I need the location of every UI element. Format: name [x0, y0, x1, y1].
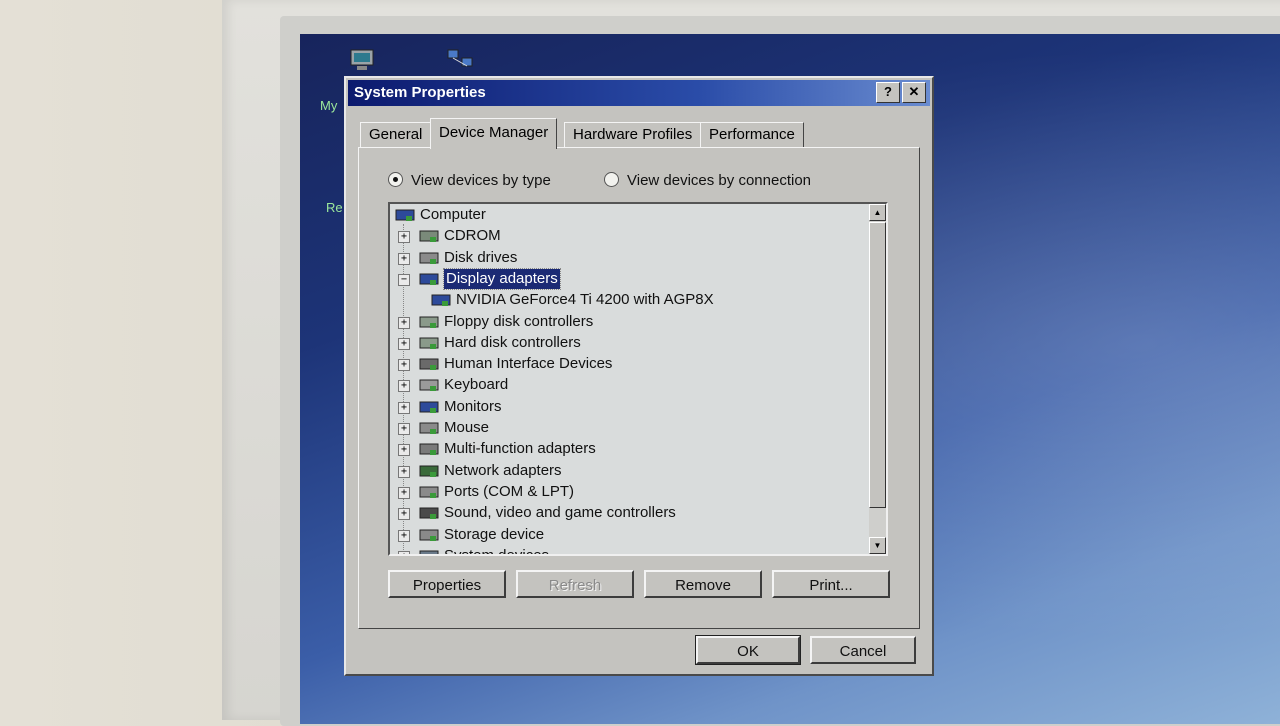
expand-plus-icon[interactable]: + [398, 231, 410, 244]
desktop-icon-recycle-bin[interactable]: Re [326, 200, 343, 215]
vertical-scrollbar[interactable]: ▲ ▼ [869, 204, 886, 554]
view-by-type-label: View devices by type [411, 172, 551, 189]
tab-device-manager[interactable]: Device Manager [430, 118, 558, 149]
tab-performance[interactable]: Performance [700, 122, 804, 147]
computer-icon[interactable] [348, 48, 376, 72]
expand-plus-icon[interactable]: + [398, 550, 410, 554]
tree-item-label: Network adapters [444, 461, 562, 479]
close-button[interactable]: ✕ [902, 82, 926, 103]
tree-item-label: Sound, video and game controllers [444, 504, 676, 522]
system-device-icon [419, 550, 439, 554]
expand-plus-icon[interactable]: + [398, 380, 410, 393]
tree-item-label: Keyboard [444, 376, 509, 394]
tree-item-label: Human Interface Devices [444, 355, 613, 373]
ok-button[interactable]: OK [695, 635, 801, 665]
display-adapter-icon [431, 294, 451, 307]
tree-root-label: Computer [420, 206, 486, 223]
expand-plus-icon[interactable]: + [398, 508, 410, 521]
floppy-controller-icon [419, 316, 439, 328]
tree-item-label: Storage device [444, 525, 545, 543]
storage-icon [419, 529, 439, 541]
tree-item-label: Display adapters [443, 267, 561, 290]
expand-plus-icon[interactable]: + [398, 359, 410, 372]
expand-plus-icon[interactable]: + [398, 444, 410, 457]
multifunction-icon [419, 443, 439, 456]
properties-button[interactable]: Properties [388, 570, 506, 598]
tree-item-label: Multi-function adapters [444, 440, 596, 458]
monitor-icon [419, 401, 439, 413]
expand-plus-icon[interactable]: + [398, 486, 410, 499]
disk-drive-icon [419, 252, 439, 264]
remove-button[interactable]: Remove [644, 570, 762, 598]
tree-item-label: Ports (COM & LPT) [444, 482, 575, 500]
scroll-down-arrow-icon[interactable]: ▼ [869, 537, 886, 554]
collapse-minus-icon[interactable]: − [398, 273, 410, 286]
sound-icon [419, 507, 439, 520]
tab-general[interactable]: General [360, 122, 432, 147]
display-adapter-icon [419, 273, 439, 285]
desktop-icon-my-computer[interactable]: My [320, 98, 337, 113]
view-by-connection-option[interactable]: View devices by connection [604, 172, 811, 189]
system-properties-window: System Properties ? ✕ General Device Man… [344, 76, 934, 676]
print-button[interactable]: Print... [772, 570, 890, 598]
tree-item-label: Floppy disk controllers [444, 312, 594, 330]
expand-plus-icon[interactable]: + [398, 529, 410, 542]
tree-item-label: NVIDIA GeForce4 Ti 4200 with AGP8X [456, 291, 714, 309]
expand-plus-icon[interactable]: + [398, 423, 410, 435]
expand-plus-icon[interactable]: + [398, 465, 410, 478]
hid-icon [419, 358, 439, 371]
port-icon [419, 486, 439, 498]
scroll-up-arrow-icon[interactable]: ▲ [869, 204, 886, 221]
title-bar[interactable]: System Properties [348, 80, 930, 106]
expand-plus-icon[interactable]: + [398, 401, 410, 414]
expand-plus-icon[interactable]: + [398, 337, 410, 350]
tree-item-label: CDROM [444, 227, 501, 245]
device-tree[interactable]: Computer + CDROM + Disk drives − Display adapt… [388, 202, 888, 556]
expand-plus-icon[interactable]: + [398, 252, 410, 265]
keyboard-icon [419, 379, 439, 392]
refresh-button[interactable]: Refresh [516, 570, 634, 598]
tree-item-label: Disk drives [444, 248, 518, 266]
tree-item-label: Mouse [444, 419, 490, 436]
tab-hardware-profiles[interactable]: Hardware Profiles [564, 122, 702, 147]
tree-item-label: Hard disk controllers [444, 333, 581, 351]
hard-disk-controller-icon [419, 337, 439, 349]
mouse-icon [419, 422, 439, 434]
view-by-connection-label: View devices by connection [627, 172, 811, 189]
computer-icon [395, 209, 415, 221]
help-button[interactable]: ? [876, 82, 900, 103]
scroll-thumb[interactable] [869, 222, 886, 508]
window-title: System Properties [354, 84, 486, 101]
tree-item-label: Monitors [444, 397, 502, 415]
expand-plus-icon[interactable]: + [398, 316, 410, 329]
cdrom-icon [419, 230, 439, 243]
radio-selected-icon[interactable] [388, 172, 403, 187]
network-adapter-icon [419, 465, 439, 477]
view-by-type-option[interactable]: View devices by type [388, 172, 551, 189]
tree-item-label: System devices [444, 546, 550, 556]
radio-unselected-icon[interactable] [604, 172, 619, 187]
network-icon[interactable] [446, 48, 474, 72]
cancel-button[interactable]: Cancel [810, 636, 916, 664]
